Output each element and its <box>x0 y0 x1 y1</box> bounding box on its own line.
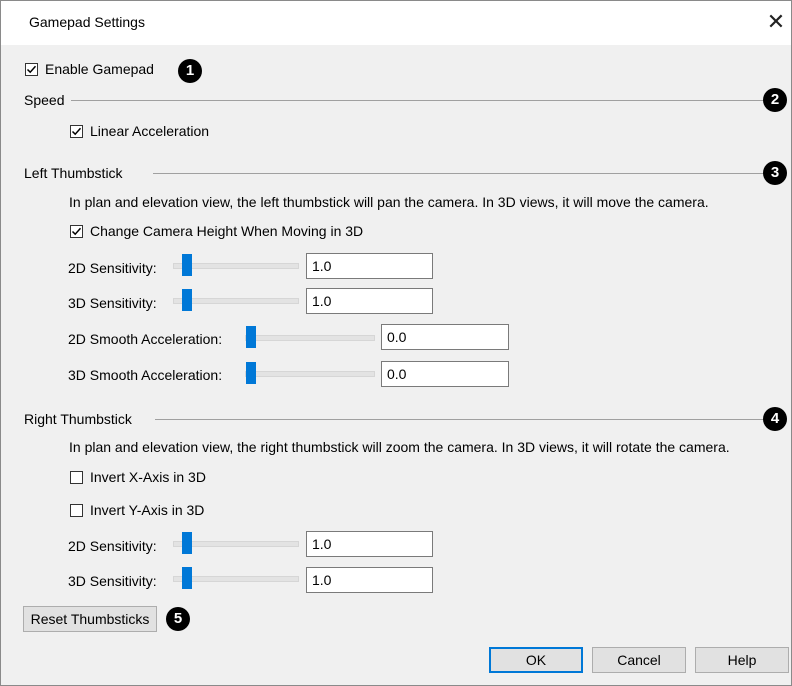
callout-badge-4: 4 <box>763 407 787 431</box>
callout-badge-3: 3 <box>763 161 787 185</box>
speed-divider <box>71 100 765 101</box>
left-2d-smooth-acceleration-input[interactable]: 0.0 <box>381 324 509 350</box>
linear-acceleration-label: Linear Acceleration <box>90 123 210 139</box>
right-3d-sensitivity-input[interactable]: 1.0 <box>306 567 433 593</box>
window-title: Gamepad Settings <box>29 14 145 30</box>
title-bar: Gamepad Settings ✕ <box>1 1 791 45</box>
right-3d-sensitivity-label: 3D Sensitivity: <box>68 573 157 589</box>
change-camera-height-label: Change Camera Height When Moving in 3D <box>90 223 364 239</box>
change-camera-height-checkbox[interactable] <box>70 225 83 238</box>
speed-heading: Speed <box>24 92 65 108</box>
left-2d-sensitivity-input[interactable]: 1.0 <box>306 253 433 279</box>
callout-badge-5: 5 <box>166 607 190 631</box>
check-icon <box>26 65 37 74</box>
callout-badge-2: 2 <box>763 88 787 112</box>
right-2d-sensitivity-label: 2D Sensitivity: <box>68 538 157 554</box>
cancel-button[interactable]: Cancel <box>592 647 686 673</box>
left-3d-smooth-acceleration-input[interactable]: 0.0 <box>381 361 509 387</box>
gamepad-settings-dialog: Gamepad Settings ✕ Enable Gamepad 1 Spee… <box>0 0 792 686</box>
right-2d-sensitivity-slider[interactable] <box>182 532 192 554</box>
help-button[interactable]: Help <box>695 647 789 673</box>
left-3d-sensitivity-label: 3D Sensitivity: <box>68 295 157 311</box>
callout-badge-1: 1 <box>178 59 202 83</box>
right-3d-sensitivity-slider[interactable] <box>182 567 192 589</box>
right-thumbstick-divider <box>155 419 765 420</box>
left-3d-smooth-acceleration-track <box>245 371 375 377</box>
left-thumbstick-divider <box>153 173 765 174</box>
close-icon[interactable]: ✕ <box>763 9 789 35</box>
left-2d-smooth-acceleration-label: 2D Smooth Acceleration: <box>68 331 223 347</box>
left-2d-smooth-acceleration-slider[interactable] <box>246 326 256 348</box>
enable-gamepad-checkbox[interactable] <box>25 63 38 76</box>
invert-y-axis-label: Invert Y-Axis in 3D <box>90 502 205 518</box>
left-thumbstick-heading: Left Thumbstick <box>24 165 123 181</box>
linear-acceleration-checkbox[interactable] <box>70 125 83 138</box>
left-2d-sensitivity-slider[interactable] <box>182 254 192 276</box>
right-2d-sensitivity-input[interactable]: 1.0 <box>306 531 433 557</box>
invert-x-axis-checkbox[interactable] <box>70 471 83 484</box>
reset-thumbsticks-button[interactable]: Reset Thumbsticks <box>23 606 157 632</box>
left-thumbstick-description: In plan and elevation view, the left thu… <box>69 194 709 210</box>
check-icon <box>71 227 82 236</box>
left-3d-smooth-acceleration-label: 3D Smooth Acceleration: <box>68 367 223 383</box>
left-2d-sensitivity-label: 2D Sensitivity: <box>68 260 157 276</box>
left-3d-smooth-acceleration-slider[interactable] <box>246 362 256 384</box>
left-2d-smooth-acceleration-track <box>245 335 375 341</box>
right-thumbstick-description: In plan and elevation view, the right th… <box>69 439 730 455</box>
invert-x-axis-label: Invert X-Axis in 3D <box>90 469 206 485</box>
left-3d-sensitivity-slider[interactable] <box>182 289 192 311</box>
check-icon <box>71 127 82 136</box>
right-thumbstick-heading: Right Thumbstick <box>24 411 132 427</box>
invert-y-axis-checkbox[interactable] <box>70 504 83 517</box>
enable-gamepad-label: Enable Gamepad <box>45 61 154 77</box>
ok-button[interactable]: OK <box>489 647 583 673</box>
left-3d-sensitivity-input[interactable]: 1.0 <box>306 288 433 314</box>
